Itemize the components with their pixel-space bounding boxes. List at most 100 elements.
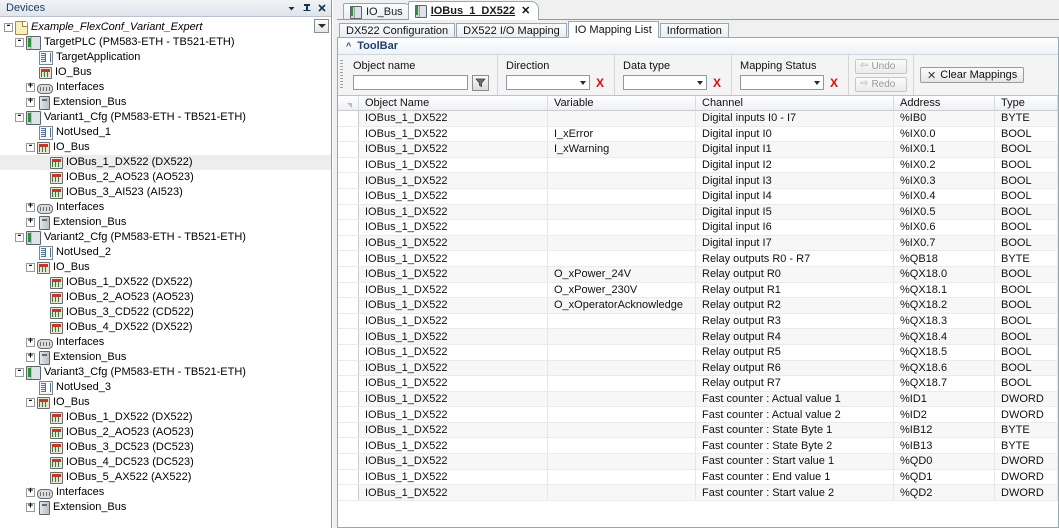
grid-row[interactable]: IOBus_1_DX522 Relay output R7 %QX18.7 BOOL bbox=[338, 376, 1058, 392]
undo-button[interactable]: ⇦ Undo bbox=[855, 58, 908, 74]
grid-row[interactable]: IOBus_1_DX522 I_xWarning Digital input I1%… bbox=[338, 142, 1058, 158]
grid-cell-variable[interactable] bbox=[548, 391, 696, 407]
tree-node[interactable]: + Extension_Bus bbox=[0, 215, 331, 230]
grid-cell-variable[interactable] bbox=[548, 454, 696, 469]
grid-cell-variable[interactable]: O_xPower_230V bbox=[548, 282, 696, 298]
tree-node[interactable]: - TargetPLC (PM583-ETH - TB521-ETH) bbox=[0, 35, 331, 50]
grid-cell-channel[interactable]: Digital input I0 bbox=[696, 126, 894, 142]
grid-row-gutter[interactable] bbox=[338, 282, 359, 298]
tree-node[interactable]: - IO_Bus bbox=[0, 260, 331, 275]
tree-node[interactable]: IOBus_2_AO523 (AO523) bbox=[0, 425, 331, 440]
grid-cell-object[interactable]: IOBus_1_DX522 bbox=[359, 313, 548, 329]
grid-row-gutter[interactable] bbox=[338, 329, 359, 344]
grid-row[interactable]: IOBus_1_DX522 Digital input I6 %IX0.6 BOOL bbox=[338, 220, 1058, 236]
grid-row[interactable]: IOBus_1_DX522 Fast counter : Start value … bbox=[338, 454, 1058, 470]
grid-cell-type[interactable]: BOOL bbox=[995, 360, 1058, 376]
grid-row[interactable]: IOBus_1_DX522 Digital input I7 %IX0.7 BOOL bbox=[338, 235, 1058, 252]
grid-cell-variable[interactable] bbox=[548, 204, 696, 220]
editor-sub-tab-bar[interactable]: DX522 Configuration DX522 I/O Mapping IO M… bbox=[337, 20, 1059, 39]
grid-row[interactable]: IOBus_1_DX522 I_xError Digital input I0 %IX… bbox=[338, 126, 1058, 143]
redo-button[interactable]: ⇨ Redo bbox=[855, 76, 908, 92]
grid-cell-channel[interactable]: Digital input I1 bbox=[696, 142, 894, 157]
auto-hide-pin-icon[interactable] bbox=[299, 1, 314, 16]
grid-cell-channel[interactable]: Relay output R2 bbox=[696, 298, 894, 313]
grid-cell-type[interactable]: BYTE bbox=[995, 111, 1058, 126]
grid-cell-address[interactable]: %QX18.3 bbox=[894, 313, 995, 329]
grid-row-gutter[interactable] bbox=[338, 360, 359, 376]
grid-cell-variable[interactable] bbox=[548, 360, 696, 376]
grid-cell-type[interactable]: DWORD bbox=[995, 407, 1058, 422]
grid-row-gutter[interactable] bbox=[338, 313, 359, 329]
filter-data-type-select[interactable] bbox=[623, 75, 708, 90]
grid-cell-address[interactable]: %IX0.0 bbox=[894, 126, 995, 142]
tree-node[interactable]: IOBus_2_AO523 (AO523) bbox=[0, 290, 331, 305]
tree-node[interactable]: + Interfaces bbox=[0, 200, 331, 215]
grid-cell-channel[interactable]: Relay output R3 bbox=[696, 313, 894, 329]
grid-cell-channel[interactable]: Relay output R7 bbox=[696, 376, 894, 391]
grid-cell-type[interactable]: BOOL bbox=[995, 173, 1058, 188]
grid-row[interactable]: IOBus_1_DX522 Digital inputs I0 - I7 %IB0 B… bbox=[338, 111, 1058, 127]
grid-cell-channel[interactable]: Fast counter : State Byte 1 bbox=[696, 422, 894, 438]
grid-cell-variable[interactable] bbox=[548, 376, 696, 391]
grid-cell-object[interactable]: IOBus_1_DX522 bbox=[359, 360, 548, 376]
grid-cell-channel[interactable]: Fast counter : End value 1 bbox=[696, 469, 894, 485]
grid-cell-object[interactable]: IOBus_1_DX522 bbox=[359, 298, 548, 313]
grid-cell-channel[interactable]: Digital input I7 bbox=[696, 235, 894, 251]
grid-cell-object[interactable]: IOBus_1_DX522 bbox=[359, 235, 548, 251]
grid-cell-address[interactable]: %IX0.6 bbox=[894, 220, 995, 235]
grid-cell-address[interactable]: %IB12 bbox=[894, 422, 995, 438]
grid-cell-type[interactable]: BOOL bbox=[995, 329, 1058, 344]
grid-cell-object[interactable]: IOBus_1_DX522 bbox=[359, 438, 548, 454]
tree-node[interactable]: IOBus_3_DC523 (DC523) bbox=[0, 440, 331, 455]
grid-cell-channel[interactable]: Fast counter : Actual value 2 bbox=[696, 407, 894, 422]
tree-expand-toggle[interactable]: + bbox=[26, 487, 35, 497]
filter-mapping-status-clear[interactable]: X bbox=[828, 77, 840, 89]
grid-cell-type[interactable]: BOOL bbox=[995, 266, 1058, 282]
tree-node[interactable]: TargetApplication bbox=[0, 50, 331, 65]
grid-cell-variable[interactable] bbox=[548, 188, 696, 204]
grid-cell-type[interactable]: BOOL bbox=[995, 220, 1058, 235]
grid-cell-address[interactable]: %QX18.6 bbox=[894, 360, 995, 376]
grid-row[interactable]: IOBus_1_DX522 O_xPower_24V Relay output R0… bbox=[338, 266, 1058, 283]
grid-row[interactable]: IOBus_1_DX522 Digital input I2 %IX0.2 BOOL bbox=[338, 157, 1058, 174]
grid-row[interactable]: IOBus_1_DX522 Fast counter : Start value … bbox=[338, 485, 1058, 501]
grid-column-header[interactable]: Type bbox=[995, 96, 1058, 110]
tree-collapse-toggle[interactable]: - bbox=[15, 37, 24, 47]
grid-cell-object[interactable]: IOBus_1_DX522 bbox=[359, 282, 548, 298]
grid-cell-channel[interactable]: Relay output R4 bbox=[696, 329, 894, 344]
grid-cell-address[interactable]: %QX18.5 bbox=[894, 344, 995, 360]
grid-cell-object[interactable]: IOBus_1_DX522 bbox=[359, 329, 548, 344]
grid-cell-variable[interactable] bbox=[548, 173, 696, 188]
grid-cell-channel[interactable]: Digital inputs I0 - I7 bbox=[696, 111, 894, 126]
grid-cell-type[interactable]: BOOL bbox=[995, 188, 1058, 204]
filter-data-type-clear[interactable]: X bbox=[711, 77, 723, 89]
grid-cell-address[interactable]: %IX0.4 bbox=[894, 188, 995, 204]
grid-row[interactable]: IOBus_1_DX522 Relay output R3 %QX18.3 BOOL bbox=[338, 313, 1058, 330]
grid-cell-channel[interactable]: Digital input I5 bbox=[696, 204, 894, 220]
grid-cell-type[interactable]: BOOL bbox=[995, 235, 1058, 251]
grid-cell-address[interactable]: %QD0 bbox=[894, 454, 995, 469]
grid-cell-address[interactable]: %QD1 bbox=[894, 469, 995, 485]
grid-cell-channel[interactable]: Relay output R0 bbox=[696, 266, 894, 282]
grid-cell-type[interactable]: DWORD bbox=[995, 469, 1058, 485]
dropdown-menu-icon[interactable] bbox=[284, 1, 299, 16]
tree-node[interactable]: - Example_FlexConf_Variant_Expert bbox=[0, 20, 331, 35]
grid-cell-variable[interactable] bbox=[548, 111, 696, 126]
clear-mappings-button[interactable]: ✕ Clear Mappings bbox=[920, 67, 1025, 83]
grid-cell-address[interactable]: %IX0.7 bbox=[894, 235, 995, 251]
tree-node[interactable]: + Interfaces bbox=[0, 485, 331, 500]
tree-expand-toggle[interactable]: + bbox=[26, 217, 35, 227]
grid-cell-address[interactable]: %QX18.4 bbox=[894, 329, 995, 344]
grid-cell-channel[interactable]: Relay outputs R0 - R7 bbox=[696, 251, 894, 266]
grid-cell-type[interactable]: BYTE bbox=[995, 422, 1058, 438]
grid-cell-variable[interactable] bbox=[548, 407, 696, 422]
grid-row[interactable]: IOBus_1_DX522 Fast counter : State Byte 1… bbox=[338, 422, 1058, 439]
grid-row[interactable]: IOBus_1_DX522 Fast counter : State Byte 2… bbox=[338, 438, 1058, 455]
grid-cell-variable[interactable] bbox=[548, 344, 696, 360]
tree-node[interactable]: IOBus_3_CD522 (CD522) bbox=[0, 305, 331, 320]
grid-column-header[interactable]: Address bbox=[894, 96, 995, 110]
grid-cell-object[interactable]: IOBus_1_DX522 bbox=[359, 391, 548, 407]
grid-cell-channel[interactable]: Digital input I3 bbox=[696, 173, 894, 188]
grid-cell-type[interactable]: BOOL bbox=[995, 313, 1058, 329]
grid-row[interactable]: IOBus_1_DX522 Digital input I5 %IX0.5 BOOL bbox=[338, 204, 1058, 221]
